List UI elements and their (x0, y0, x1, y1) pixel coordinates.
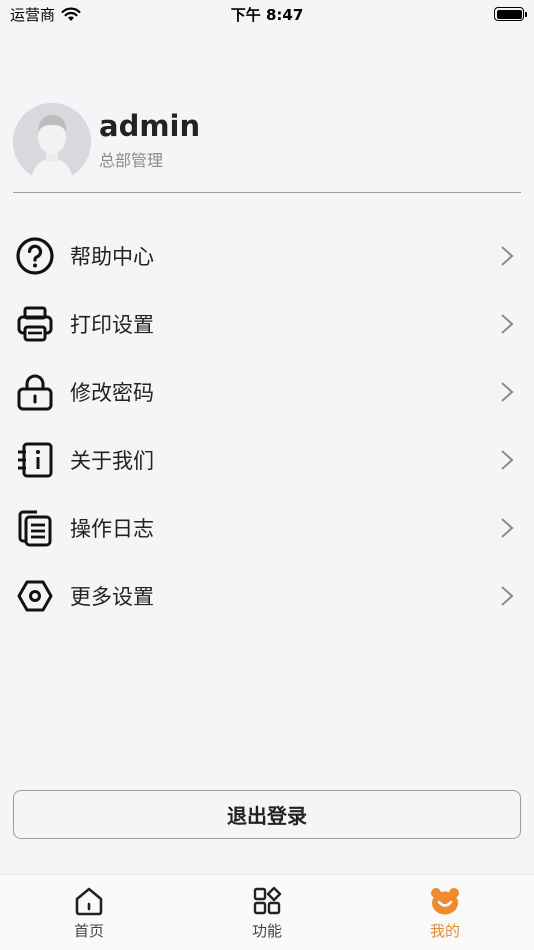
settings-menu: 帮助中心 打印设置 修改密码 关于我们 操作日志 更多设置 (0, 222, 534, 630)
tab-functions[interactable]: 功能 (178, 875, 356, 950)
menu-item-label: 更多设置 (70, 585, 154, 609)
menu-item-more-settings[interactable]: 更多设置 (0, 562, 534, 630)
menu-item-help-center[interactable]: 帮助中心 (0, 222, 534, 290)
battery-icon (494, 7, 527, 21)
department-label: 总部管理 (99, 151, 164, 170)
menu-item-print-settings[interactable]: 打印设置 (0, 290, 534, 358)
tab-label: 功能 (251, 922, 282, 940)
wifi-icon (61, 7, 81, 21)
profile-header: admin 总部管理 (13, 103, 521, 193)
info-icon (14, 439, 56, 481)
username: admin (99, 109, 201, 143)
lock-icon (14, 371, 56, 413)
avatar-person-icon (13, 103, 91, 181)
tab-label: 首页 (73, 922, 104, 940)
printer-icon (14, 303, 56, 345)
tab-home[interactable]: 首页 (0, 875, 178, 950)
avatar[interactable] (13, 103, 91, 181)
chevron-right-icon (501, 382, 514, 402)
status-left: 运营商 (10, 4, 81, 25)
tab-mine[interactable]: 我的 (356, 875, 534, 950)
logout-button[interactable]: 退出登录 (13, 790, 521, 839)
status-bar: 运营商 下午 8:47 (0, 0, 534, 28)
menu-item-label: 操作日志 (70, 517, 154, 541)
menu-item-change-password[interactable]: 修改密码 (0, 358, 534, 426)
menu-item-operation-log[interactable]: 操作日志 (0, 494, 534, 562)
chevron-right-icon (501, 450, 514, 470)
menu-item-label: 打印设置 (70, 313, 154, 337)
profile-text: admin 总部管理 (99, 103, 200, 171)
tab-bar: 首页 功能 我的 (0, 874, 534, 950)
tab-label: 我的 (429, 922, 460, 940)
help-icon (14, 235, 56, 277)
bear-icon (431, 888, 459, 915)
grid-icon (253, 886, 282, 915)
settings-icon (14, 575, 56, 617)
menu-item-label: 关于我们 (70, 449, 154, 473)
menu-item-label: 帮助中心 (70, 245, 154, 269)
menu-item-label: 修改密码 (70, 381, 154, 405)
carrier-label: 运营商 (10, 5, 56, 24)
menu-item-about-us[interactable]: 关于我们 (0, 426, 534, 494)
chevron-right-icon (501, 246, 514, 266)
chevron-right-icon (501, 518, 514, 538)
home-icon (75, 887, 103, 916)
chevron-right-icon (501, 586, 514, 606)
chevron-right-icon (501, 314, 514, 334)
log-icon (14, 507, 56, 549)
